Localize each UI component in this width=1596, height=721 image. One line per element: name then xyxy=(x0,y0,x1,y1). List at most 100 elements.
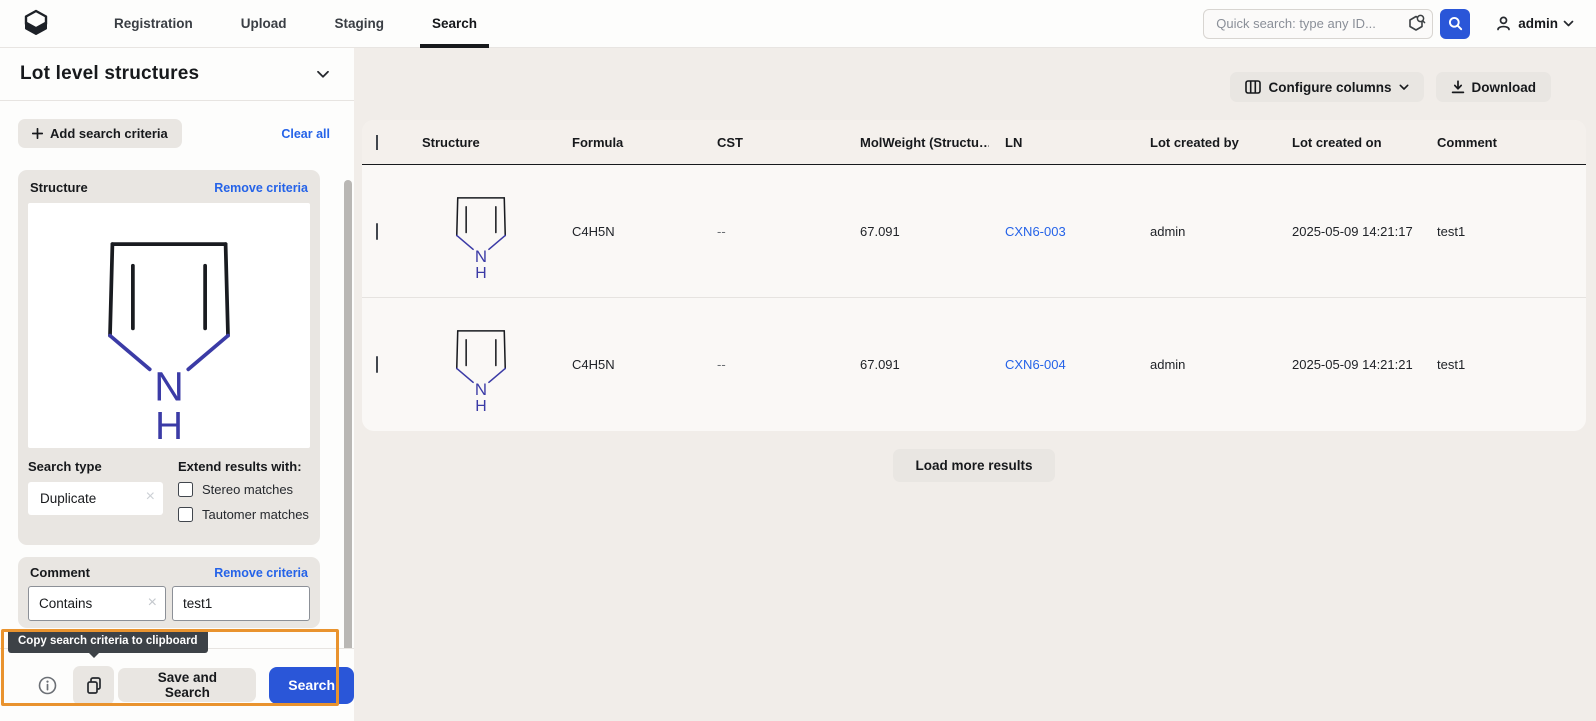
structure-search-icon[interactable] xyxy=(1407,14,1426,33)
column-header-molweight[interactable]: MolWeight (Structu… xyxy=(844,135,989,150)
cell-cst: -- xyxy=(701,357,844,372)
top-navigation-bar: Registration Upload Staging Search xyxy=(0,0,1596,48)
column-header-cst[interactable]: CST xyxy=(701,135,844,150)
cell-formula: C4H5N xyxy=(556,357,701,372)
sidebar-header: Lot level structures xyxy=(0,48,354,101)
table-row[interactable]: C4H5N -- 67.091 CXN6-004 admin 2025-05-0… xyxy=(362,298,1586,431)
copy-icon xyxy=(85,676,103,695)
add-search-criteria-button[interactable]: Add search criteria xyxy=(18,119,182,148)
search-type-select[interactable]: Duplicate × xyxy=(28,482,163,515)
configure-columns-label: Configure columns xyxy=(1268,80,1391,95)
download-label: Download xyxy=(1472,80,1537,95)
app-logo-icon[interactable] xyxy=(22,8,52,40)
tab-upload[interactable]: Upload xyxy=(217,0,311,48)
tab-registration[interactable]: Registration xyxy=(90,0,217,48)
cell-molweight: 67.091 xyxy=(844,224,989,239)
cell-lot-created-by: admin xyxy=(1134,224,1276,239)
tab-registration-label: Registration xyxy=(114,16,193,31)
search-criteria-sidebar: Lot level structures Add search criteria… xyxy=(0,48,354,721)
download-icon xyxy=(1451,80,1465,94)
quick-search-input[interactable] xyxy=(1203,9,1433,39)
cell-lot-created-on: 2025-05-09 14:21:21 xyxy=(1276,357,1421,372)
collapse-chevron-icon[interactable] xyxy=(316,70,330,79)
stereo-matches-label: Stereo matches xyxy=(202,482,293,497)
column-header-ln[interactable]: LN xyxy=(989,135,1134,150)
remove-structure-criteria-link[interactable]: Remove criteria xyxy=(214,181,308,195)
cell-formula: C4H5N xyxy=(556,224,701,239)
clear-comment-operator-icon[interactable]: × xyxy=(148,594,157,612)
column-header-comment[interactable]: Comment xyxy=(1421,135,1586,150)
column-header-lot-created-on[interactable]: Lot created on xyxy=(1276,135,1421,150)
main-nav-tabs: Registration Upload Staging Search xyxy=(90,0,501,48)
topbar-right-section: admin xyxy=(1203,9,1574,39)
cell-molweight: 67.091 xyxy=(844,357,989,372)
load-more-container: Load more results xyxy=(362,449,1586,482)
extend-results-label: Extend results with: xyxy=(178,459,309,474)
query-structure-pyrrole xyxy=(69,208,269,444)
structure-editor-canvas[interactable] xyxy=(28,203,310,448)
comment-value-input[interactable] xyxy=(183,596,299,611)
clear-search-type-icon[interactable]: × xyxy=(146,488,155,506)
search-icon xyxy=(1448,16,1463,31)
quick-search xyxy=(1203,9,1433,39)
column-header-formula[interactable]: Formula xyxy=(556,135,701,150)
criteria-actions-row: Add search criteria Clear all xyxy=(0,101,354,148)
ln-link[interactable]: CXN6-003 xyxy=(1005,224,1066,239)
select-all-checkbox[interactable] xyxy=(376,135,378,150)
tautomer-matches-option[interactable]: Tautomer matches xyxy=(178,507,309,522)
tautomer-matches-checkbox[interactable] xyxy=(178,507,193,522)
info-icon xyxy=(38,676,57,695)
cell-comment: test1 xyxy=(1421,224,1586,239)
structure-criteria-label: Structure xyxy=(30,180,88,195)
comment-operator-value: Contains xyxy=(39,596,92,611)
table-header-row: Structure Formula CST MolWeight (Structu… xyxy=(362,120,1586,165)
table-row[interactable]: C4H5N -- 67.091 CXN6-003 admin 2025-05-0… xyxy=(362,165,1586,298)
row-structure-pyrrole xyxy=(440,183,522,280)
tab-staging-label: Staging xyxy=(335,16,385,31)
search-type-label: Search type xyxy=(28,459,168,474)
app-root: Registration Upload Staging Search xyxy=(0,0,1596,721)
row-checkbox[interactable] xyxy=(376,223,378,240)
ln-link[interactable]: CXN6-004 xyxy=(1005,357,1066,372)
chevron-down-icon xyxy=(1399,84,1409,91)
save-and-search-button[interactable]: Save and Search xyxy=(118,668,256,702)
sidebar-footer: Copy search criteria to clipboard Save a… xyxy=(0,648,354,721)
cell-cst: -- xyxy=(701,224,844,239)
tab-upload-label: Upload xyxy=(241,16,287,31)
tab-staging[interactable]: Staging xyxy=(311,0,409,48)
load-more-button[interactable]: Load more results xyxy=(893,449,1054,482)
sidebar-scrollbar[interactable] xyxy=(344,180,352,690)
column-header-lot-created-by[interactable]: Lot created by xyxy=(1134,135,1276,150)
configure-columns-button[interactable]: Configure columns xyxy=(1230,72,1423,102)
username-label: admin xyxy=(1518,16,1558,31)
chevron-down-icon xyxy=(1563,20,1574,27)
stereo-matches-checkbox[interactable] xyxy=(178,482,193,497)
cell-lot-created-on: 2025-05-09 14:21:17 xyxy=(1276,224,1421,239)
search-button[interactable]: Search xyxy=(269,667,354,704)
comment-criteria-label: Comment xyxy=(30,565,90,580)
stereo-matches-option[interactable]: Stereo matches xyxy=(178,482,309,497)
columns-icon xyxy=(1245,80,1261,94)
quick-search-button[interactable] xyxy=(1440,9,1470,39)
table-actions: Configure columns Download xyxy=(1230,72,1551,102)
add-search-criteria-label: Add search criteria xyxy=(50,126,168,141)
copy-tooltip: Copy search criteria to clipboard xyxy=(8,629,208,653)
download-button[interactable]: Download xyxy=(1436,72,1552,102)
results-table: Structure Formula CST MolWeight (Structu… xyxy=(362,120,1586,431)
user-menu[interactable]: admin xyxy=(1496,16,1574,31)
results-area: Configure columns Download Structure For… xyxy=(354,48,1596,721)
clear-all-link[interactable]: Clear all xyxy=(281,127,330,141)
plus-icon xyxy=(32,128,43,139)
tab-search[interactable]: Search xyxy=(408,0,501,48)
row-structure-pyrrole xyxy=(440,316,522,413)
column-header-structure[interactable]: Structure xyxy=(406,135,556,150)
row-checkbox[interactable] xyxy=(376,356,378,373)
sidebar-title: Lot level structures xyxy=(20,63,199,85)
info-button[interactable] xyxy=(38,676,57,695)
cell-comment: test1 xyxy=(1421,357,1586,372)
tautomer-matches-label: Tautomer matches xyxy=(202,507,309,522)
remove-comment-criteria-link[interactable]: Remove criteria xyxy=(214,566,308,580)
user-icon xyxy=(1496,16,1511,31)
copy-criteria-button[interactable] xyxy=(73,666,114,705)
comment-operator-select[interactable]: Contains × xyxy=(28,586,166,621)
